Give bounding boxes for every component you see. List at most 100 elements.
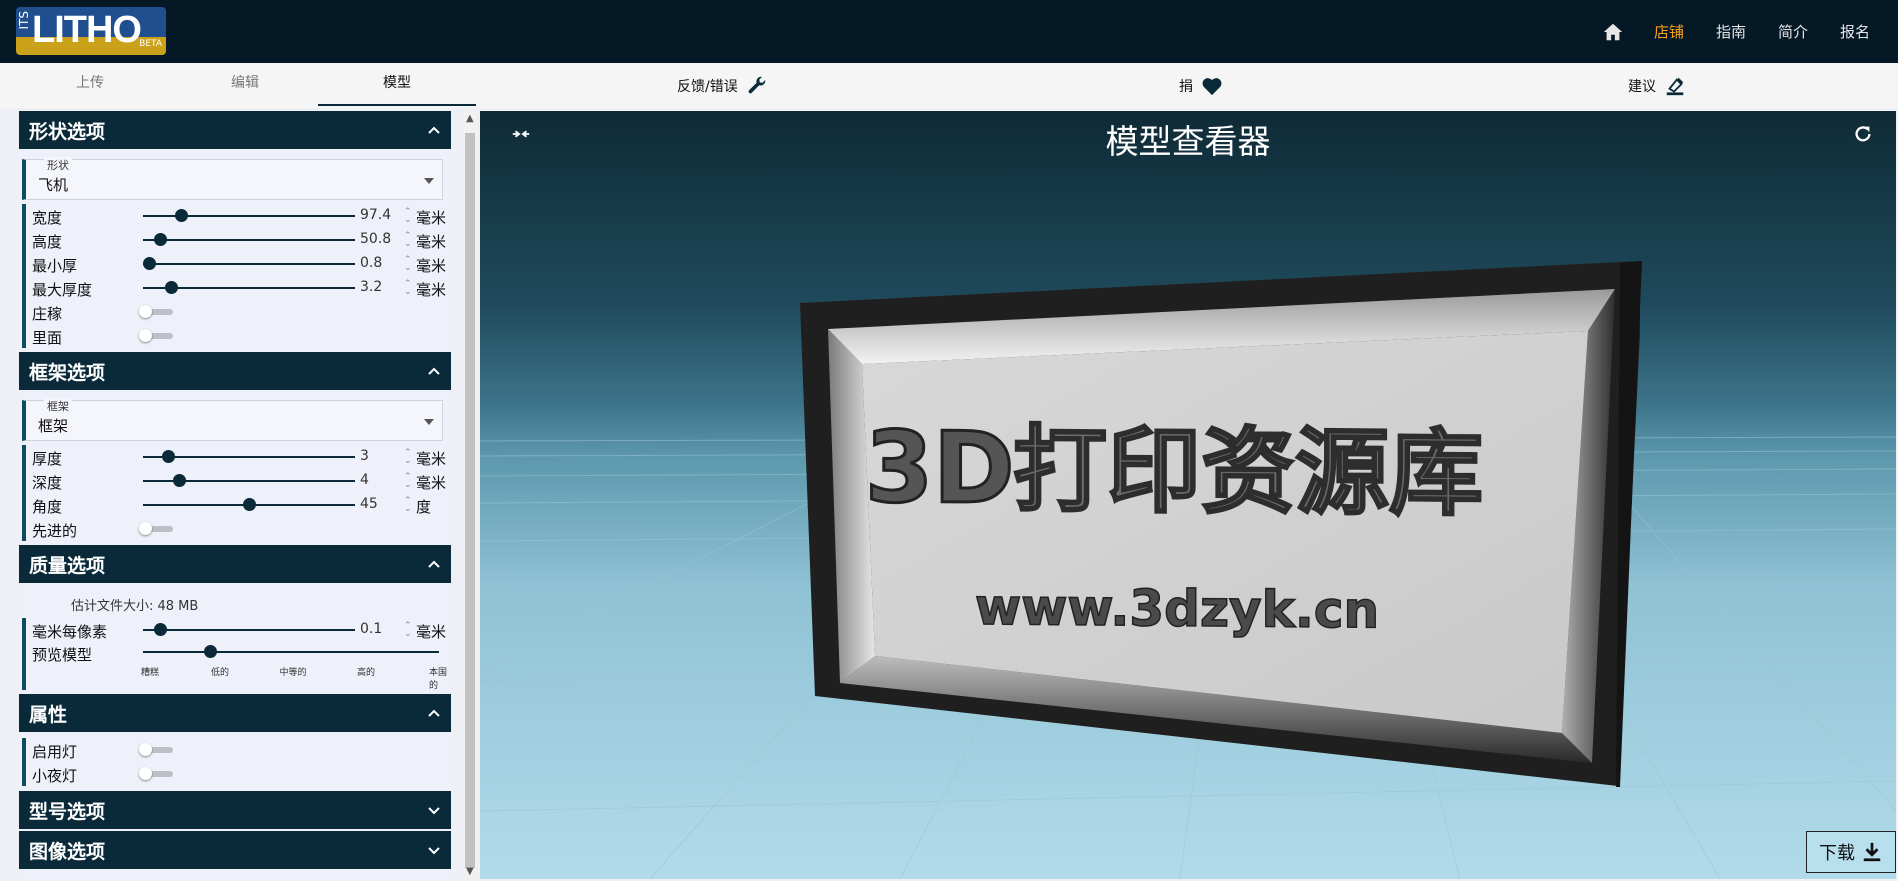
nav-link-signup[interactable]: 报名 [1824, 21, 1886, 42]
crop-toggle[interactable] [139, 305, 173, 318]
refresh-icon[interactable] [1852, 123, 1874, 145]
slider-label: 高度 [32, 233, 63, 251]
download-button[interactable]: 下载 [1806, 831, 1896, 873]
donate-label: 捐 [1179, 78, 1193, 95]
slider-thumb[interactable] [143, 257, 157, 270]
unit-label: 毫米 [416, 257, 447, 275]
nav-links: 店铺 指南 简介 报名 [1602, 0, 1886, 63]
nav-link-about[interactable]: 简介 [1762, 21, 1824, 42]
spinner-icon[interactable]: ⌃ ⌄ [404, 256, 412, 273]
toggle-row-advanced: 先进的 [22, 517, 451, 541]
frame-thickness-value-input[interactable]: 3 [360, 448, 400, 464]
frame-depth-slider[interactable] [143, 474, 355, 487]
frame-select-value: 框架 [38, 417, 69, 435]
height-slider[interactable] [143, 233, 355, 246]
toggle-label: 里面 [32, 329, 63, 347]
suggest-button[interactable]: 建议 [1628, 63, 1686, 108]
nav-link-guide[interactable]: 指南 [1700, 21, 1762, 42]
toggle-row-inside: 里面 [22, 324, 451, 348]
download-label: 下载 [1819, 843, 1855, 864]
frame-select-legend: 框架 [44, 398, 72, 414]
sidebar-scrollbar[interactable]: ▲ ▼ [463, 111, 477, 879]
feedback-button[interactable]: 反馈/错误 [677, 63, 768, 108]
width-slider[interactable] [143, 209, 355, 222]
spinner-icon[interactable]: ⌃ ⌄ [404, 280, 412, 297]
collapse-icon[interactable] [510, 123, 532, 145]
model-options-header[interactable]: 型号选项 [19, 791, 451, 829]
shape-options-body: 形状 飞机 宽度 97.4 ⌃ ⌄ 毫米 高度 50.8 ⌃ ⌄ 毫米 最小厚 0.… [19, 149, 451, 352]
spinner-icon[interactable]: ⌃ ⌄ [404, 449, 412, 466]
frame-options-header[interactable]: 框架选项 [19, 352, 451, 390]
top-navbar: ITS LITHO BETA 店铺 指南 简介 报名 [0, 0, 1898, 63]
tab-upload[interactable]: 上传 [20, 63, 160, 104]
min-thickness-slider[interactable] [143, 257, 355, 270]
chevron-down-icon [428, 847, 440, 855]
tab-bar: 上传 编辑 模型 反馈/错误 捐 建议 [0, 63, 1898, 108]
shape-options-header[interactable]: 形状选项 [19, 111, 451, 149]
suggest-label: 建议 [1628, 78, 1656, 95]
enable-light-toggle[interactable] [139, 743, 173, 756]
model-viewer[interactable]: 3D 打印资源库 www.3dzyk.cn 模型查看器 下载 [480, 111, 1896, 879]
quality-options-header[interactable]: 质量选项 [19, 545, 451, 583]
slider-thumb[interactable] [153, 623, 167, 636]
slider-label: 宽度 [32, 209, 63, 227]
spinner-icon[interactable]: ⌃ ⌄ [404, 622, 412, 639]
scroll-down-arrow-icon[interactable]: ▼ [466, 866, 474, 877]
spinner-icon[interactable]: ⌃ ⌄ [404, 497, 412, 514]
shape-select[interactable]: 形状 飞机 [22, 157, 443, 200]
mm-per-pixel-value-input[interactable]: 0.1 [360, 621, 400, 637]
donate-button[interactable]: 捐 [1179, 63, 1223, 108]
nav-link-store[interactable]: 店铺 [1638, 21, 1700, 42]
slider-thumb[interactable] [243, 498, 256, 511]
pen-icon [1666, 77, 1684, 95]
max-thickness-value-input[interactable]: 3.2 [360, 279, 400, 295]
advanced-toggle[interactable] [139, 522, 173, 535]
slider-row-mm-per-pixel: 毫米每像素 0.1 ⌃ ⌄ 毫米 [22, 618, 451, 642]
height-value-input[interactable]: 50.8 [360, 231, 400, 247]
properties-body: 启用灯 小夜灯 [19, 732, 451, 790]
slider-thumb[interactable] [204, 645, 218, 658]
viewer-title: 模型查看器 [1105, 122, 1271, 161]
frame-depth-value-input[interactable]: 4 [360, 472, 400, 488]
viewer-canvas[interactable]: 3D 打印资源库 www.3dzyk.cn [480, 111, 1896, 879]
inside-toggle[interactable] [139, 329, 173, 342]
slider-thumb[interactable] [162, 450, 176, 463]
scrollbar-thumb[interactable] [465, 133, 475, 868]
image-options-header[interactable]: 图像选项 [19, 831, 451, 869]
min-thickness-value-input[interactable]: 0.8 [360, 255, 400, 271]
model-options-title: 型号选项 [29, 800, 106, 823]
slider-thumb[interactable] [164, 281, 178, 294]
preview-quality-slider[interactable] [143, 645, 439, 658]
frame-select[interactable]: 框架 框架 [22, 398, 443, 441]
properties-header[interactable]: 属性 [19, 694, 451, 732]
slider-thumb[interactable] [153, 233, 167, 246]
mm-per-pixel-slider[interactable] [143, 623, 355, 636]
max-thickness-slider[interactable] [143, 281, 355, 294]
tab-edit[interactable]: 编辑 [175, 63, 315, 104]
unit-label: 毫米 [416, 209, 447, 227]
logo-prefix: ITS [17, 11, 31, 30]
chevron-up-icon [428, 126, 440, 134]
unit-label: 毫米 [416, 233, 447, 251]
slider-thumb[interactable] [175, 209, 189, 222]
chevron-up-icon [428, 560, 440, 568]
chevron-up-icon [428, 367, 440, 375]
night-light-toggle[interactable] [139, 767, 173, 780]
scroll-up-arrow-icon[interactable]: ▲ [466, 113, 474, 124]
tick-label: 高的 [356, 668, 376, 678]
spinner-icon[interactable]: ⌃ ⌄ [404, 473, 412, 490]
frame-angle-slider[interactable] [143, 498, 355, 511]
frame-thickness-slider[interactable] [143, 450, 355, 463]
logo-main: LITHO [32, 9, 142, 51]
spinner-icon[interactable]: ⌃ ⌄ [404, 208, 412, 225]
tab-model[interactable]: 模型 [318, 63, 476, 106]
home-icon[interactable] [1602, 21, 1624, 43]
slider-row-min-thickness: 最小厚 0.8 ⌃ ⌄ 毫米 [22, 252, 451, 276]
wrench-icon [748, 76, 765, 93]
width-value-input[interactable]: 97.4 [360, 207, 400, 223]
slider-thumb[interactable] [173, 474, 187, 487]
unit-label: 毫米 [416, 281, 447, 299]
spinner-icon[interactable]: ⌃ ⌄ [404, 232, 412, 249]
frame-angle-value-input[interactable]: 45 [360, 496, 400, 512]
litho-logo[interactable]: ITS LITHO BETA [16, 7, 166, 55]
